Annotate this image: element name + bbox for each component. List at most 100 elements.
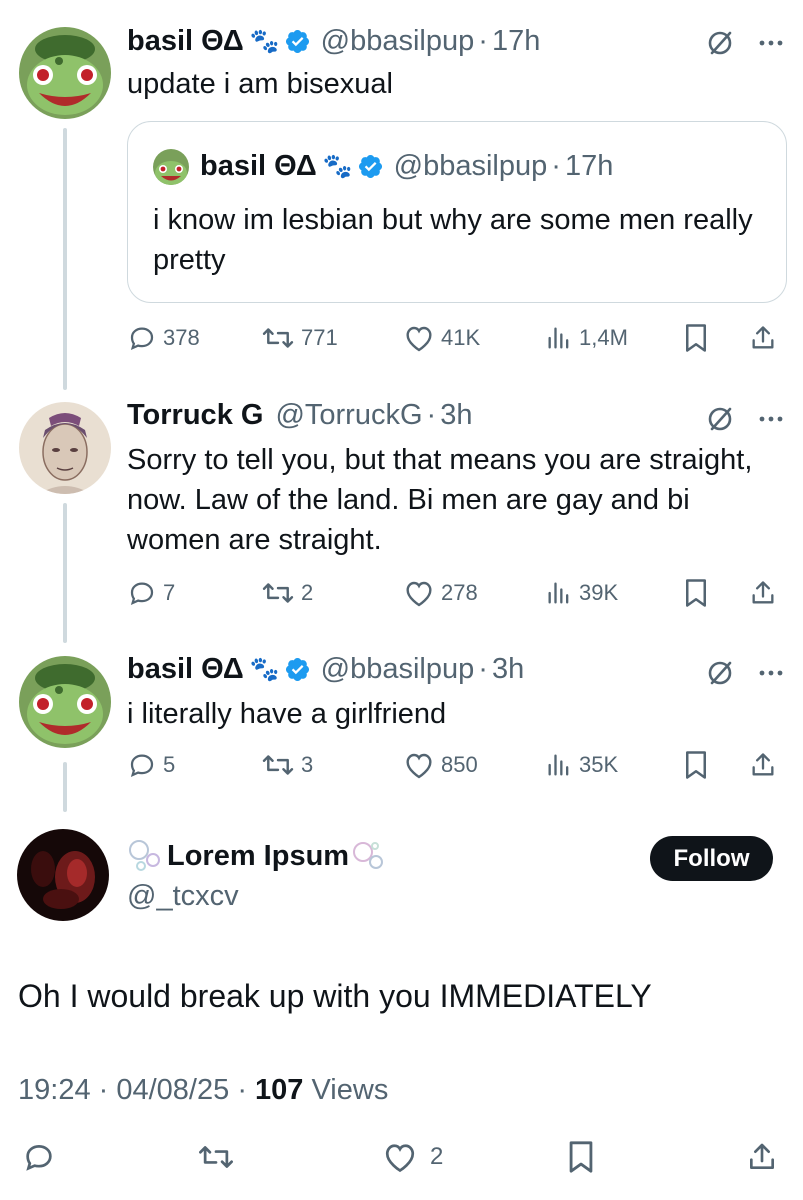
bookmark-button[interactable] — [683, 750, 709, 780]
retweet-icon — [262, 583, 294, 603]
views-button[interactable]: 1,4M — [545, 324, 628, 352]
quote-avatar[interactable] — [153, 149, 189, 185]
tweet-3[interactable]: basil ΘΔ 🐾 @bbasilpup · 3h i literally h… — [0, 640, 803, 810]
more-options-icon[interactable] — [759, 669, 783, 677]
views-count: 107 — [255, 1074, 304, 1106]
reply-button[interactable] — [22, 1140, 56, 1174]
reply-count: 378 — [163, 325, 200, 350]
tweet-timestamp[interactable]: 19:24 — [18, 1074, 91, 1106]
retweet-button[interactable]: 2 — [261, 578, 313, 608]
bookmark-icon — [686, 324, 706, 352]
paw-emoji: 🐾 — [249, 27, 280, 55]
retweet-icon — [262, 328, 294, 348]
tweet-text: Sorry to tell you, but that means you ar… — [127, 444, 753, 556]
tweet-actions: 7 2 278 39K — [127, 573, 787, 613]
views-button[interactable]: 39K — [545, 579, 618, 607]
views-icon — [548, 754, 569, 776]
reply-icon — [130, 754, 154, 777]
tweet-header: basil ΘΔ 🐾 @bbasilpup · 3h — [127, 652, 524, 686]
share-icon — [750, 1143, 774, 1169]
share-icon — [752, 753, 774, 776]
like-button[interactable]: 850 — [403, 750, 478, 780]
separator-dot: · — [478, 24, 488, 57]
more-options-icon[interactable] — [759, 415, 783, 423]
views-count: 35K — [579, 752, 619, 777]
grok-icon[interactable] — [705, 658, 735, 688]
bookmark-icon — [686, 579, 706, 607]
bubbles-icon — [353, 842, 384, 869]
share-button[interactable] — [749, 750, 777, 780]
tweet-time[interactable]: 3h — [440, 399, 472, 432]
tweet-time[interactable]: 3h — [492, 653, 524, 686]
author-name[interactable]: basil ΘΔ — [127, 25, 244, 58]
views-button[interactable]: 35K — [545, 751, 618, 779]
author-handle[interactable]: @bbasilpup — [321, 653, 475, 686]
main-author-row: Lorem Ipsum — [127, 838, 387, 874]
main-author-handle[interactable]: @_tcxcv — [127, 880, 239, 913]
heart-icon — [406, 581, 432, 607]
share-icon — [752, 326, 774, 349]
tweet-time[interactable]: 17h — [492, 25, 540, 58]
reply-icon — [26, 1145, 52, 1171]
views-icon — [548, 582, 569, 604]
reply-button[interactable]: 7 — [127, 578, 175, 608]
like-button[interactable]: 41K — [403, 323, 480, 353]
bookmark-button[interactable] — [683, 578, 709, 608]
views-icon — [548, 327, 569, 349]
views-count: 1,4M — [579, 325, 628, 350]
tweet-2[interactable]: Torruck G @TorruckG · 3h Sorry to tell y… — [0, 390, 803, 640]
avatar[interactable] — [19, 656, 111, 748]
reply-button[interactable]: 5 — [127, 750, 175, 780]
tweet-date[interactable]: 04/08/25 — [116, 1074, 229, 1106]
quote-header: basil ΘΔ 🐾 @bbasilpup · 17h — [200, 150, 613, 183]
share-button[interactable] — [749, 578, 777, 608]
retweet-button[interactable]: 3 — [261, 750, 313, 780]
like-count: 41K — [441, 325, 481, 350]
author-name[interactable]: Torruck G — [127, 399, 263, 432]
author-name[interactable]: basil ΘΔ — [127, 653, 244, 686]
like-button[interactable]: 2 — [382, 1140, 443, 1174]
tweet-header: Torruck G @TorruckG · 3h — [127, 398, 472, 432]
main-author-name[interactable]: Lorem Ipsum — [167, 840, 349, 873]
quote-time: 17h — [564, 150, 614, 182]
like-count: 278 — [441, 580, 478, 605]
grok-icon[interactable] — [705, 404, 735, 434]
heart-icon — [406, 753, 432, 779]
retweet-count: 3 — [301, 752, 314, 777]
verified-badge-icon — [285, 29, 309, 53]
bookmark-button[interactable] — [683, 323, 709, 353]
tweet-right-icons — [705, 658, 783, 688]
quote-paw-emoji: 🐾 — [322, 153, 353, 180]
reply-count: 5 — [163, 752, 176, 777]
reply-count: 7 — [163, 580, 176, 605]
more-options-icon[interactable] — [759, 39, 783, 47]
reply-button[interactable]: 378 — [127, 323, 200, 353]
retweet-button[interactable]: 771 — [261, 323, 338, 353]
quote-text: i know im lesbian but why are some men r… — [153, 204, 753, 276]
avatar[interactable] — [19, 27, 111, 119]
tweet-text: i literally have a girlfriend — [127, 698, 447, 730]
share-button[interactable] — [749, 323, 777, 353]
like-count: 850 — [441, 752, 478, 777]
main-avatar[interactable] — [17, 829, 109, 921]
separator-dot: · — [478, 652, 488, 685]
author-handle[interactable]: @TorruckG — [275, 399, 422, 432]
avatar[interactable] — [19, 402, 111, 494]
grok-icon[interactable] — [705, 28, 735, 58]
separator-dot: · — [237, 1074, 256, 1106]
share-button[interactable] — [746, 1140, 778, 1174]
reply-icon — [130, 582, 154, 605]
separator-dot: · — [551, 150, 561, 182]
follow-button[interactable]: Follow — [650, 836, 773, 881]
like-button[interactable]: 278 — [403, 578, 478, 608]
quoted-tweet[interactable]: basil ΘΔ 🐾 @bbasilpup · 17h i know im le… — [127, 121, 787, 303]
bookmark-button[interactable] — [566, 1140, 596, 1174]
bubbles-icon — [129, 840, 160, 871]
retweet-count: 771 — [301, 325, 338, 350]
retweet-button[interactable] — [197, 1140, 235, 1174]
author-handle[interactable]: @bbasilpup — [321, 25, 475, 58]
main-tweet-actions: 2 — [0, 1140, 803, 1180]
reply-icon — [130, 327, 154, 350]
views-label: Views — [311, 1074, 389, 1106]
tweet-1[interactable]: basil ΘΔ 🐾 @bbasilpup · 17h update i am … — [0, 0, 803, 390]
